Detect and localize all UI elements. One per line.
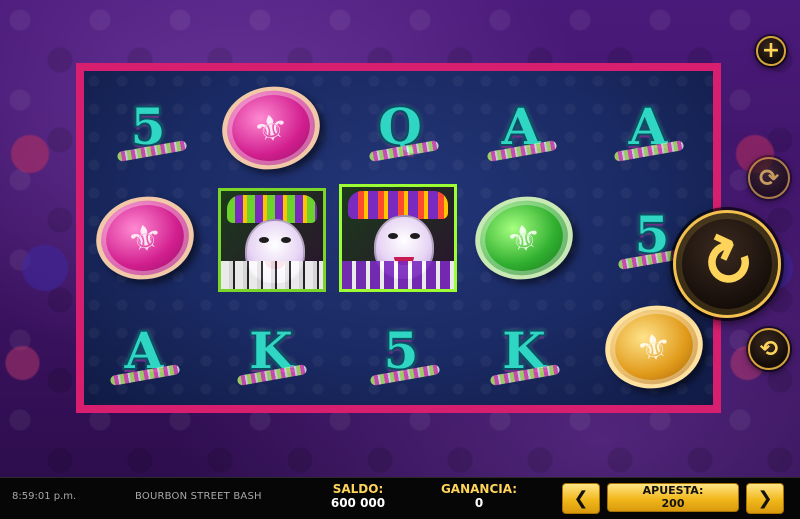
jester-eye	[281, 237, 291, 243]
jester-eye	[410, 233, 420, 239]
bet-label: APUESTA:	[642, 484, 704, 497]
jester-eye	[259, 237, 269, 243]
symbol-q: Q	[365, 92, 440, 163]
win-value: 0	[474, 496, 484, 511]
win-display: GANANCIA: 0	[440, 482, 518, 511]
game-title: BOURBON STREET BASH	[135, 491, 262, 502]
symbol-jester-woman	[338, 183, 458, 293]
bet-decrease-button[interactable]: ❮	[562, 483, 600, 514]
balance-value: 600 000	[330, 496, 386, 511]
quick-spin-icon: ⟲	[759, 336, 779, 362]
left-mardi-gras-decor	[0, 40, 75, 420]
symbol-a: A	[104, 316, 184, 387]
autoplay-icon: ⟳	[758, 164, 780, 192]
quick-spin-button[interactable]: ⟲	[748, 328, 790, 370]
symbol-pink-coin: ⚜	[215, 78, 327, 178]
symbol-gold-coin: ⚜	[598, 297, 710, 397]
fleur-de-lis-icon: ⚜	[89, 188, 201, 288]
jester-man-portrait	[218, 188, 326, 292]
fleur-de-lis-icon: ⚜	[468, 188, 580, 288]
symbol-green-coin: ⚜	[468, 188, 580, 288]
spin-icon: ↻	[687, 219, 767, 309]
symbol-k: K	[231, 316, 311, 387]
symbol-jester-man	[216, 186, 328, 294]
symbol-5: 5	[113, 92, 188, 163]
jester-collar	[221, 261, 323, 289]
clock: 8:59:01 p.m.	[12, 491, 77, 502]
symbol-pink-coin: ⚜	[89, 188, 201, 288]
symbol-k: K	[484, 316, 564, 387]
jester-woman-portrait	[339, 184, 457, 292]
bet-display: APUESTA: 200	[607, 483, 739, 512]
plus-button[interactable]: +	[756, 36, 786, 66]
chevron-left-icon: ❮	[573, 488, 589, 509]
chevron-right-icon: ❯	[757, 488, 773, 509]
fleur-de-lis-icon: ⚜	[215, 78, 327, 178]
symbol-a: A	[608, 92, 688, 163]
fleur-de-lis-icon: ⚜	[598, 297, 710, 397]
plus-icon: +	[761, 38, 781, 63]
jester-collar	[342, 261, 454, 289]
balance-label: SALDO:	[332, 482, 384, 496]
symbol-5: 5	[366, 316, 441, 387]
status-bar: 8:59:01 p.m. BOURBON STREET BASH SALDO: …	[0, 477, 800, 519]
autoplay-button[interactable]: ⟳	[748, 157, 790, 199]
bet-value: 200	[661, 496, 685, 510]
balance-display: SALDO: 600 000	[330, 482, 386, 511]
jester-eye	[388, 233, 398, 239]
symbol-a: A	[481, 92, 561, 163]
bet-increase-button[interactable]: ❯	[746, 483, 784, 514]
spin-button[interactable]: ↻	[673, 210, 781, 318]
win-label: GANANCIA:	[440, 482, 518, 496]
